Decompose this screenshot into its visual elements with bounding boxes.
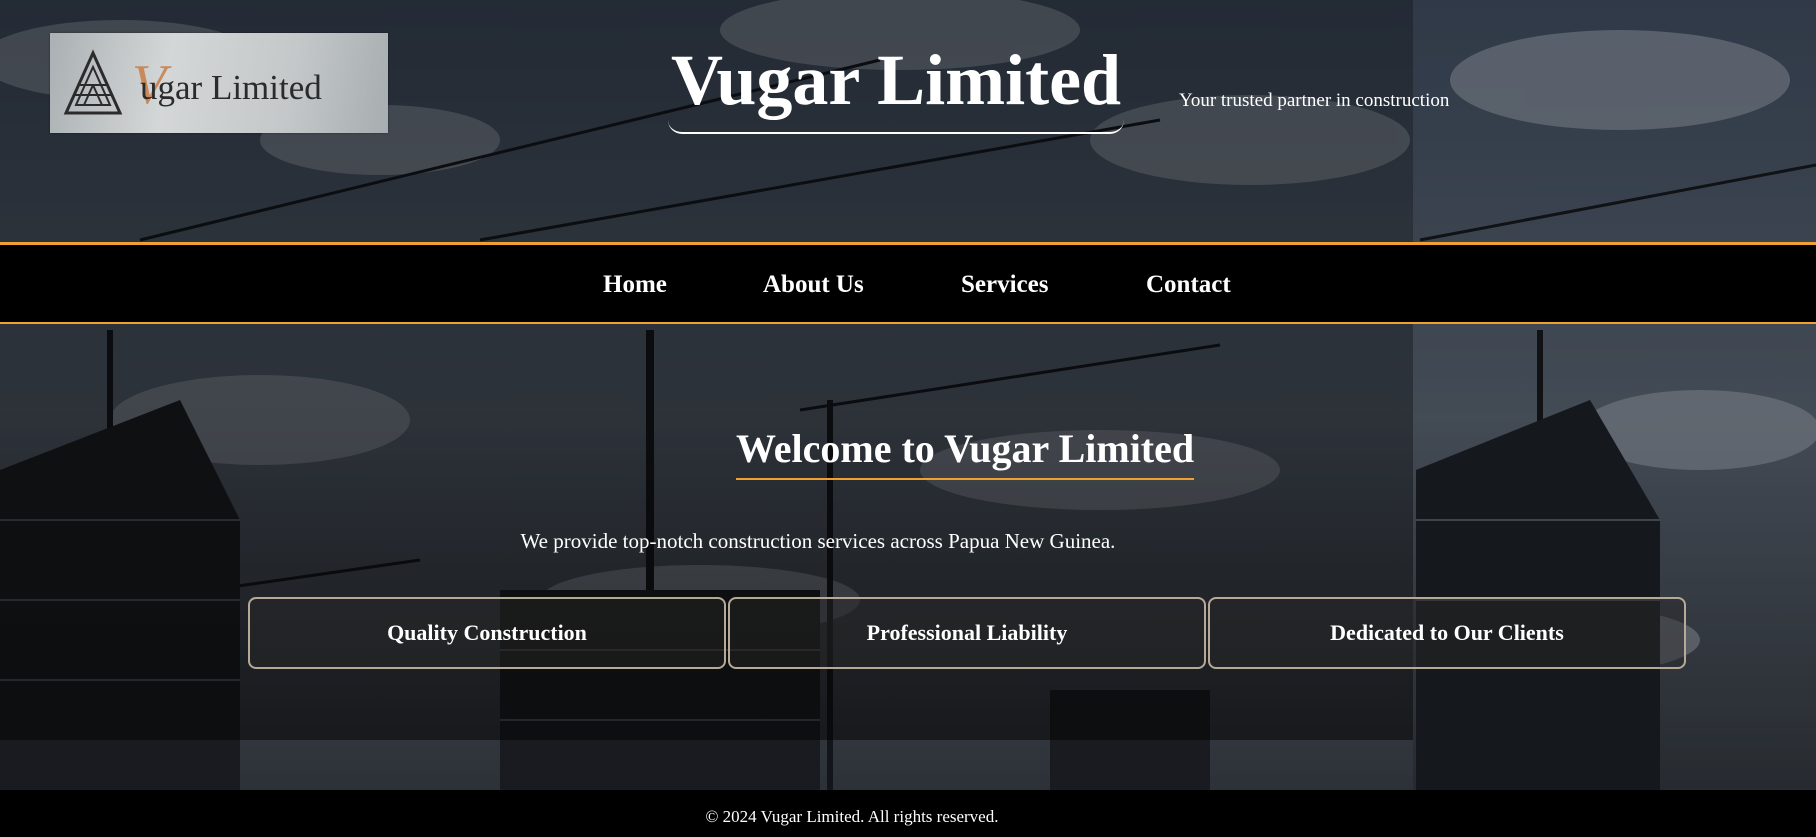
nav-home-link[interactable]: Home — [603, 271, 667, 299]
intro-text: We provide top-notch construction servic… — [520, 529, 1116, 553]
site-tagline: Your trusted partner in construction — [1179, 90, 1450, 111]
welcome-heading: Welcome to Vugar Limited — [736, 426, 1195, 480]
company-logo[interactable]: V ugar Limited — [50, 33, 388, 133]
nav-services-link[interactable]: Services — [961, 271, 1048, 299]
feature-card-quality[interactable]: Quality Construction — [248, 597, 726, 669]
nav-about-link[interactable]: About Us — [763, 271, 864, 299]
triangle-emblem-icon — [63, 49, 123, 115]
site-footer: © 2024 Vugar Limited. All rights reserve… — [0, 790, 1816, 837]
feature-card-liability[interactable]: Professional Liability — [728, 597, 1206, 669]
bottom-overlay — [0, 740, 1413, 790]
main-content: Welcome to Vugar Limited We provide top-… — [0, 324, 1816, 740]
nav-contact-link[interactable]: Contact — [1146, 271, 1231, 299]
copyright-text: © 2024 Vugar Limited. All rights reserve… — [705, 807, 999, 826]
logo-text: ugar Limited — [140, 68, 322, 107]
site-title: Vugar Limited — [668, 40, 1125, 134]
site-header: V ugar Limited Vugar Limited Your truste… — [0, 0, 1816, 243]
main-navigation: Home About Us Services Contact — [0, 242, 1816, 324]
feature-card-clients[interactable]: Dedicated to Our Clients — [1208, 597, 1686, 669]
